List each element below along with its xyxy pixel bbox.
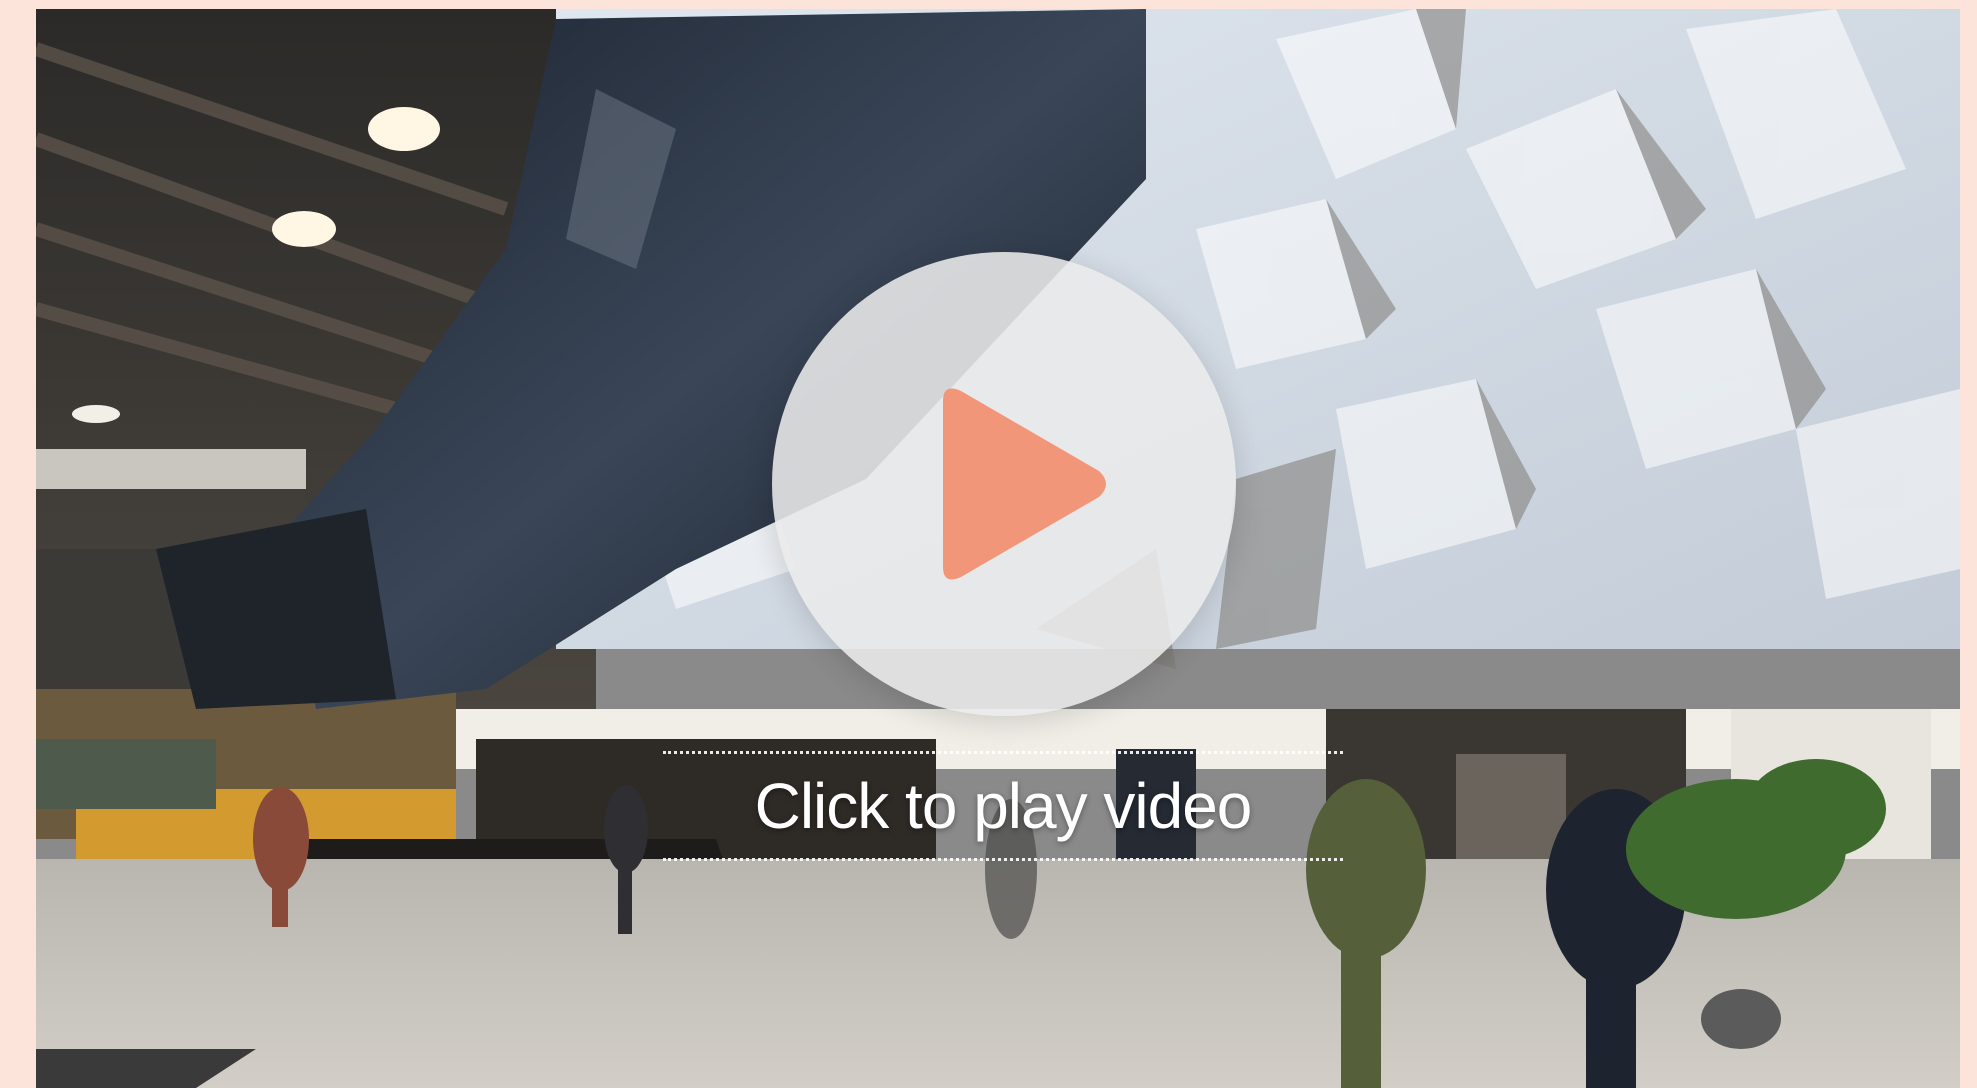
video-player[interactable]: Click to play video (36, 9, 1960, 1088)
play-icon (943, 388, 1106, 580)
caption-text: Click to play video (754, 770, 1253, 842)
play-video-caption[interactable]: Click to play video (663, 751, 1343, 861)
play-button[interactable] (772, 252, 1236, 716)
